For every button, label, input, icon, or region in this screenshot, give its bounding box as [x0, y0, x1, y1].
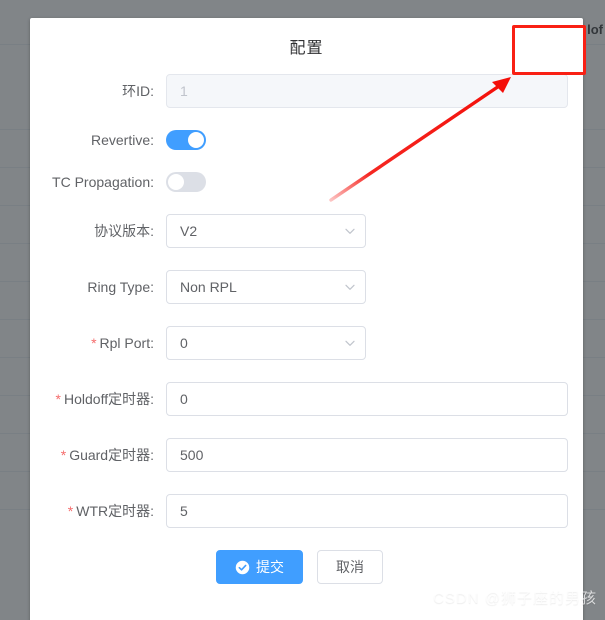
required-asterisk: *: [91, 335, 97, 351]
field-ring-type: Non RPL: [166, 270, 568, 304]
required-asterisk: *: [55, 391, 61, 407]
submit-button[interactable]: 提交: [216, 550, 303, 584]
cancel-button[interactable]: 取消: [317, 550, 383, 584]
field-revertive: [166, 130, 568, 150]
field-holdoff-timer: [166, 382, 568, 416]
form-row-ring-id: 环ID:: [30, 74, 583, 108]
label-tc-propagation: TC Propagation:: [30, 173, 166, 191]
config-dialog: 配置 环ID: Revertive:: [30, 18, 583, 620]
label-holdoff-timer-text: Holdoff定时器:: [64, 391, 154, 407]
field-protocol-version: V2: [166, 214, 568, 248]
chevron-down-icon: [344, 225, 356, 237]
form-row-wtr-timer: * WTR定时器:: [30, 494, 583, 528]
label-wtr-timer: * WTR定时器:: [30, 502, 166, 520]
label-guard-timer: * Guard定时器:: [30, 446, 166, 464]
label-holdoff-timer: * Holdoff定时器:: [30, 390, 166, 408]
submit-button-label: 提交: [256, 559, 284, 575]
form-row-guard-timer: * Guard定时器:: [30, 438, 583, 472]
form-row-protocol-version: 协议版本: V2: [30, 214, 583, 248]
label-rpl-port: * Rpl Port:: [30, 334, 166, 352]
form-row-rpl-port: * Rpl Port: 0: [30, 326, 583, 360]
label-rpl-port-text: Rpl Port:: [99, 335, 154, 351]
field-ring-id: [166, 74, 568, 108]
cancel-button-label: 取消: [336, 559, 364, 575]
label-tc-propagation-text: TC Propagation:: [52, 174, 154, 190]
form-row-ring-type: Ring Type: Non RPL: [30, 270, 583, 304]
dialog-header: 配置: [30, 18, 583, 74]
protocol-version-select[interactable]: V2: [166, 214, 366, 248]
label-ring-type-text: Ring Type:: [87, 279, 154, 295]
screenshot-root: lof 配置 环ID:: [0, 0, 605, 620]
rpl-port-select[interactable]: 0: [166, 326, 366, 360]
label-revertive: Revertive:: [30, 131, 166, 149]
wtr-timer-input[interactable]: [166, 494, 568, 528]
protocol-version-value: V2: [180, 223, 198, 239]
ring-id-input[interactable]: [166, 74, 568, 108]
rpl-port-value: 0: [180, 335, 188, 351]
required-asterisk: *: [67, 503, 74, 519]
dialog-body: 环ID: Revertive: TC: [30, 74, 583, 584]
form-row-tc-propagation: TC Propagation:: [30, 172, 583, 192]
label-protocol-version: 协议版本:: [30, 222, 166, 240]
label-ring-type: Ring Type:: [30, 278, 166, 296]
required-asterisk: *: [60, 447, 67, 463]
watermark: CSDN @狮子座的男孩: [433, 590, 597, 607]
ring-type-select[interactable]: Non RPL: [166, 270, 366, 304]
chevron-down-icon: [344, 337, 356, 349]
holdoff-timer-input[interactable]: [166, 382, 568, 416]
form-row-holdoff-timer: * Holdoff定时器:: [30, 382, 583, 416]
field-wtr-timer: [166, 494, 568, 528]
check-circle-icon: [235, 560, 250, 575]
guard-timer-input[interactable]: [166, 438, 568, 472]
label-protocol-version-text: 协议版本:: [94, 223, 154, 239]
label-revertive-text: Revertive:: [90, 132, 154, 148]
field-rpl-port: 0: [166, 326, 568, 360]
label-ring-id-text: 环ID:: [122, 83, 154, 99]
revertive-toggle[interactable]: [166, 130, 206, 150]
form-row-revertive: Revertive:: [30, 130, 583, 150]
label-wtr-timer-text: WTR定时器:: [76, 503, 154, 519]
field-guard-timer: [166, 438, 568, 472]
field-tc-propagation: [166, 172, 568, 192]
toggle-knob-icon: [188, 132, 204, 148]
tc-propagation-toggle[interactable]: [166, 172, 206, 192]
toggle-knob-icon: [168, 174, 184, 190]
ring-type-value: Non RPL: [180, 279, 237, 295]
label-ring-id: 环ID:: [30, 82, 166, 100]
label-guard-timer-text: Guard定时器:: [69, 447, 154, 463]
chevron-down-icon: [344, 281, 356, 293]
dialog-title: 配置: [289, 40, 324, 57]
dialog-footer: 提交 取消: [30, 550, 583, 584]
